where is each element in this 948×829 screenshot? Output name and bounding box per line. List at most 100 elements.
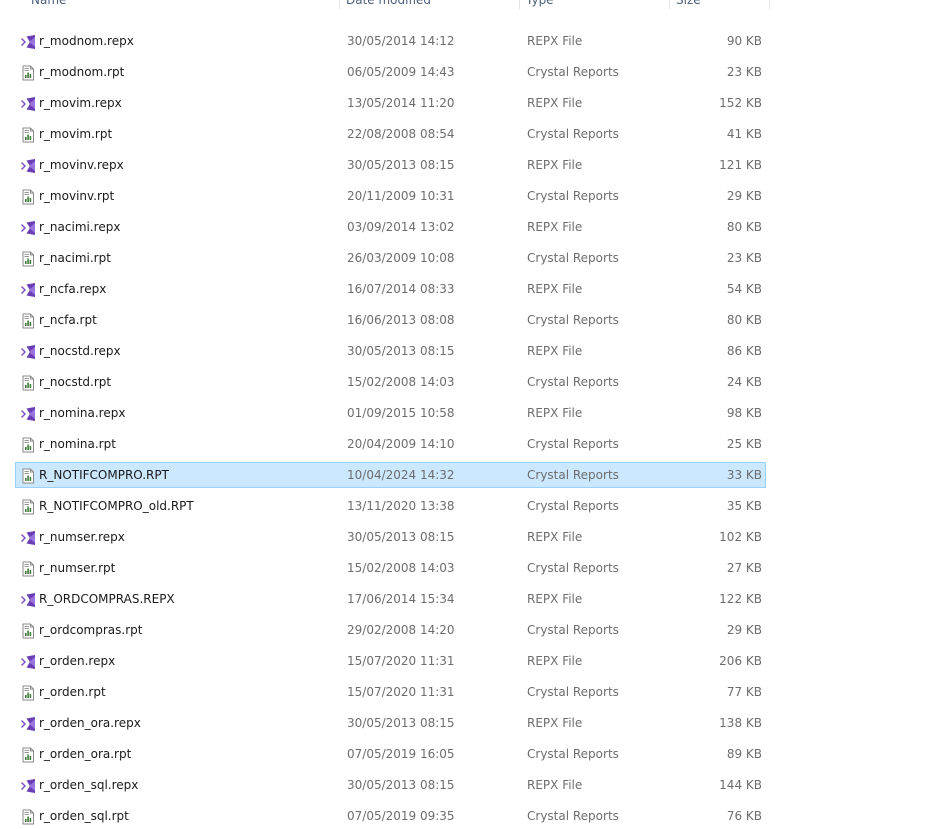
repx-file-icon <box>20 778 36 794</box>
file-type: Crystal Reports <box>527 437 619 451</box>
file-date-modified: 10/04/2024 14:32 <box>347 468 455 482</box>
rpt-file-icon <box>20 499 36 515</box>
file-type: REPX File <box>527 220 583 234</box>
file-date-modified: 30/05/2013 08:15 <box>347 716 455 730</box>
file-row[interactable]: R_ORDCOMPRAS.REPX 17/06/2014 15:34 REPX Fi… <box>15 586 766 612</box>
file-date-modified: 15/02/2008 14:03 <box>347 375 455 389</box>
file-date-modified: 13/05/2014 11:20 <box>347 96 455 110</box>
repx-file-icon <box>20 654 36 670</box>
file-row[interactable]: r_orden.rpt 15/07/2020 11:31 Crystal Repor… <box>15 679 766 705</box>
file-row[interactable]: r_ordcompras.rpt 29/02/2008 14:20 Crystal … <box>15 617 766 643</box>
file-date-modified: 30/05/2013 08:15 <box>347 778 455 792</box>
file-size: 80 KB <box>726 220 762 234</box>
file-size: 23 KB <box>726 65 762 79</box>
file-date-modified: 29/02/2008 14:20 <box>347 623 455 637</box>
rpt-file-icon <box>20 437 36 453</box>
file-row[interactable]: r_nocstd.repx 30/05/2013 08:15 REPX File 86… <box>15 338 766 364</box>
file-type: Crystal Reports <box>527 313 619 327</box>
file-name: r_nocstd.rpt <box>39 375 112 389</box>
file-row[interactable]: r_orden_sql.repx 30/05/2013 08:15 REPX Fil… <box>15 772 766 798</box>
file-row[interactable]: r_movim.repx 13/05/2014 11:20 REPX File 152… <box>15 90 766 116</box>
file-row[interactable]: r_nacimi.repx 03/09/2014 13:02 REPX File 80… <box>15 214 766 240</box>
file-type: REPX File <box>527 158 583 172</box>
file-size: 90 KB <box>726 34 762 48</box>
file-row[interactable]: r_orden.repx 15/07/2020 11:31 REPX File 206… <box>15 648 766 674</box>
rpt-file-icon <box>20 251 36 267</box>
file-name: r_movinv.rpt <box>39 189 115 203</box>
repx-file-icon <box>20 282 36 298</box>
file-type: Crystal Reports <box>527 747 619 761</box>
repx-file-icon <box>20 592 36 608</box>
file-row[interactable]: r_movim.rpt 22/08/2008 08:54 Crystal Repor… <box>15 121 766 147</box>
column-header-type[interactable]: Type <box>520 0 670 9</box>
rpt-file-icon <box>20 375 36 391</box>
rpt-file-icon <box>20 189 36 205</box>
file-size: 35 KB <box>726 499 762 513</box>
file-row[interactable]: r_modnom.repx 30/05/2014 14:12 REPX File 90… <box>15 28 766 54</box>
file-row[interactable]: r_nacimi.rpt 26/03/2009 10:08 Crystal Repo… <box>15 245 766 271</box>
file-row[interactable]: r_nomina.rpt 20/04/2009 14:10 Crystal Repo… <box>15 431 766 457</box>
file-type: Crystal Reports <box>527 809 619 823</box>
file-row[interactable]: r_orden_ora.rpt 07/05/2019 16:05 Crystal R… <box>15 741 766 767</box>
file-row[interactable]: r_ncfa.repx 16/07/2014 08:33 REPX File 54 K… <box>15 276 766 302</box>
file-date-modified: 07/05/2019 09:35 <box>347 809 455 823</box>
file-name: r_numser.rpt <box>39 561 116 575</box>
file-name: r_ncfa.rpt <box>39 313 97 327</box>
file-date-modified: 30/05/2013 08:15 <box>347 530 455 544</box>
column-header-size[interactable]: Size <box>670 0 770 9</box>
file-name: r_orden_sql.rpt <box>39 809 129 823</box>
file-size: 27 KB <box>726 561 762 575</box>
file-size: 41 KB <box>726 127 762 141</box>
file-type: REPX File <box>527 406 583 420</box>
file-size: 29 KB <box>726 189 762 203</box>
file-date-modified: 30/05/2013 08:15 <box>347 158 455 172</box>
file-size: 29 KB <box>726 623 762 637</box>
file-row[interactable]: r_numser.rpt 15/02/2008 14:03 Crystal Repo… <box>15 555 766 581</box>
file-date-modified: 15/02/2008 14:03 <box>347 561 455 575</box>
file-name: r_modnom.rpt <box>39 65 125 79</box>
file-row[interactable]: R_NOTIFCOMPRO_old.RPT 13/11/2020 13:38 Cry… <box>15 493 766 519</box>
column-header-date-modified[interactable]: Date modified <box>340 0 520 9</box>
file-name: r_nomina.rpt <box>39 437 116 451</box>
file-name: r_ncfa.repx <box>39 282 107 296</box>
file-row[interactable]: r_orden_sql.rpt 07/05/2019 09:35 Crystal R… <box>15 803 766 829</box>
column-header-name[interactable]: Name <box>15 0 340 9</box>
file-row[interactable]: r_numser.repx 30/05/2013 08:15 REPX File 10… <box>15 524 766 550</box>
file-name: r_movinv.repx <box>39 158 124 172</box>
file-row[interactable]: r_modnom.rpt 06/05/2009 14:43 Crystal Repo… <box>15 59 766 85</box>
file-size: 152 KB <box>719 96 762 110</box>
file-row[interactable]: R_NOTIFCOMPRO.RPT 10/04/2024 14:32 Crystal… <box>15 462 766 488</box>
file-date-modified: 06/05/2009 14:43 <box>347 65 455 79</box>
rpt-file-icon <box>20 685 36 701</box>
file-name: r_nomina.repx <box>39 406 126 420</box>
repx-file-icon <box>20 96 36 112</box>
file-date-modified: 16/07/2014 08:33 <box>347 282 455 296</box>
file-type: Crystal Reports <box>527 499 619 513</box>
file-name: r_orden_sql.repx <box>39 778 139 792</box>
repx-file-icon <box>20 34 36 50</box>
rpt-file-icon <box>20 623 36 639</box>
rpt-file-icon <box>20 313 36 329</box>
file-date-modified: 15/07/2020 11:31 <box>347 685 455 699</box>
file-size: 25 KB <box>726 437 762 451</box>
file-row[interactable]: r_orden_ora.repx 30/05/2013 08:15 REPX Fil… <box>15 710 766 736</box>
repx-file-icon <box>20 158 36 174</box>
file-row[interactable]: r_movinv.repx 30/05/2013 08:15 REPX File 12… <box>15 152 766 178</box>
file-type: Crystal Reports <box>527 127 619 141</box>
file-name: R_NOTIFCOMPRO.RPT <box>39 468 169 482</box>
file-type: REPX File <box>527 716 583 730</box>
file-name: r_movim.rpt <box>39 127 113 141</box>
file-name: r_orden_ora.repx <box>39 716 141 730</box>
file-size: 54 KB <box>726 282 762 296</box>
rpt-file-icon <box>20 127 36 143</box>
rpt-file-icon <box>20 747 36 763</box>
file-date-modified: 30/05/2013 08:15 <box>347 344 455 358</box>
file-row[interactable]: r_ncfa.rpt 16/06/2013 08:08 Crystal Report… <box>15 307 766 333</box>
file-name: r_orden.rpt <box>39 685 106 699</box>
file-size: 89 KB <box>726 747 762 761</box>
file-row[interactable]: r_nocstd.rpt 15/02/2008 14:03 Crystal Repo… <box>15 369 766 395</box>
file-row[interactable]: r_movinv.rpt 20/11/2009 10:31 Crystal Repo… <box>15 183 766 209</box>
repx-file-icon <box>20 344 36 360</box>
file-date-modified: 17/06/2014 15:34 <box>347 592 455 606</box>
file-row[interactable]: r_nomina.repx 01/09/2015 10:58 REPX File 98… <box>15 400 766 426</box>
